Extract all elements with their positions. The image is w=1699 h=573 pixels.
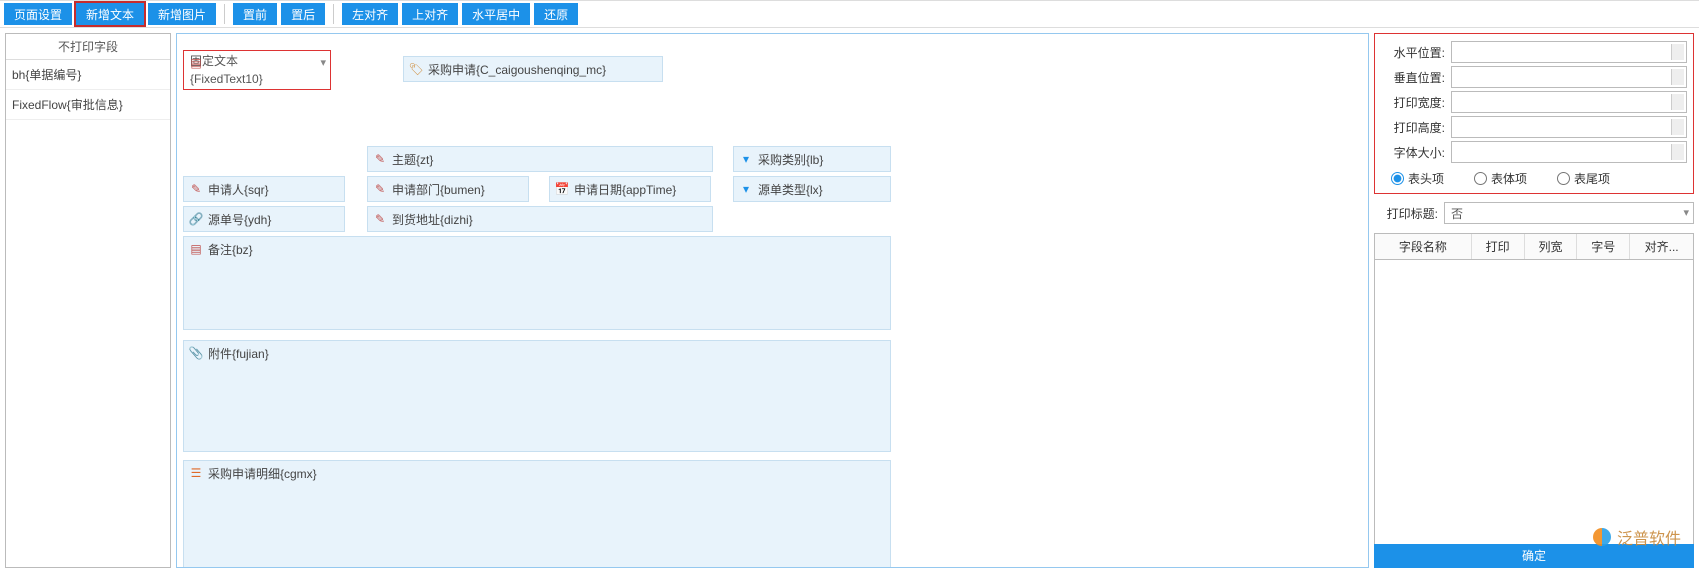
field-label: 主题{zt} [392, 153, 433, 167]
ok-button[interactable]: 确定 [1374, 544, 1694, 568]
print-title-select[interactable]: 否 [1444, 202, 1694, 224]
vpos-label: 垂直位置: [1381, 69, 1451, 86]
field-label: 备注{bz} [208, 243, 253, 257]
field-purchase-type[interactable]: ▾ 采购类别{lb} [733, 146, 891, 172]
noprint-panel-title: 不打印字段 [6, 34, 170, 60]
gh-colw[interactable]: 列宽 [1525, 234, 1578, 259]
field-src-no[interactable]: 🔗 源单号{ydh} [183, 206, 345, 232]
field-applicant[interactable]: ✎ 申请人{sqr} [183, 176, 345, 202]
field-label: 附件{fujian} [208, 347, 269, 361]
fontsize-input[interactable]: ▴▾ [1451, 141, 1687, 163]
edit-icon: ✎ [372, 151, 388, 167]
edit-icon: ✎ [372, 181, 388, 197]
bring-front-button[interactable]: 置前 [233, 3, 277, 25]
hpos-label: 水平位置: [1381, 44, 1451, 61]
link-icon: 🔗 [188, 211, 204, 227]
fields-grid: 字段名称 打印 列宽 字号 对齐... [1374, 233, 1694, 544]
field-detail[interactable]: ☰ 采购申请明细{cgmx} [183, 460, 891, 568]
field-label: 采购申请{C_caigoushenqing_mc} [428, 63, 606, 77]
pwidth-label: 打印宽度: [1381, 94, 1451, 111]
design-canvas[interactable]: ▤ 固定文本 {FixedText10} 🏷 采购申请{C_caigoushen… [176, 33, 1369, 568]
edit-icon: ✎ [188, 181, 204, 197]
field-apply-dept[interactable]: ✎ 申请部门{bumen} [367, 176, 529, 202]
restore-button[interactable]: 还原 [534, 3, 578, 25]
toolbar-separator [333, 4, 334, 24]
add-image-button[interactable]: 新增图片 [148, 3, 216, 25]
field-fixed-text[interactable]: ▤ 固定文本 {FixedText10} [183, 50, 331, 90]
pwidth-input[interactable]: ▴▾ [1451, 91, 1687, 113]
field-remark[interactable]: ▤ 备注{bz} [183, 236, 891, 330]
page-settings-button[interactable]: 页面设置 [4, 3, 72, 25]
dropdown-icon: ▾ [738, 151, 754, 167]
list-icon: ☰ [188, 465, 204, 481]
field-label: 采购申请明细{cgmx} [208, 467, 317, 481]
fontsize-label: 字体大小: [1381, 144, 1451, 161]
align-top-button[interactable]: 上对齐 [402, 3, 458, 25]
gh-font[interactable]: 字号 [1577, 234, 1630, 259]
section-radios: 表头项 表体项 表尾项 [1381, 166, 1687, 189]
field-arrive-addr[interactable]: ✎ 到货地址{dizhi} [367, 206, 713, 232]
attachment-icon: 📎 [188, 345, 204, 361]
field-attachment[interactable]: 📎 附件{fujian} [183, 340, 891, 452]
gh-name[interactable]: 字段名称 [1375, 234, 1472, 259]
calendar-icon: 📅 [554, 181, 570, 197]
align-left-button[interactable]: 左对齐 [342, 3, 398, 25]
center-horizontal-button[interactable]: 水平居中 [462, 3, 530, 25]
property-highlight-zone: 水平位置: ▴▾ 垂直位置: ▴▾ 打印宽度: ▴▾ 打印高度: ▴▾ 字体大小… [1374, 33, 1694, 194]
field-src-type[interactable]: ▾ 源单类型{lx} [733, 176, 891, 202]
radio-head[interactable]: 表头项 [1391, 170, 1444, 187]
pheight-label: 打印高度: [1381, 119, 1451, 136]
field-title[interactable]: 🏷 采购申请{C_caigoushenqing_mc} [403, 56, 663, 82]
property-panel: 水平位置: ▴▾ 垂直位置: ▴▾ 打印宽度: ▴▾ 打印高度: ▴▾ 字体大小… [1374, 33, 1694, 568]
field-label: 申请人{sqr} [208, 183, 269, 197]
edit-icon: ✎ [372, 211, 388, 227]
toolbar: 页面设置 新增文本 新增图片 置前 置后 左对齐 上对齐 水平居中 还原 [0, 0, 1699, 28]
text-icon: ▤ [188, 55, 204, 71]
radio-body[interactable]: 表体项 [1474, 170, 1527, 187]
vpos-input[interactable]: ▴▾ [1451, 66, 1687, 88]
send-back-button[interactable]: 置后 [281, 3, 325, 25]
tag-icon: 🏷 [408, 61, 424, 77]
grid-body[interactable] [1375, 260, 1693, 544]
field-label: 采购类别{lb} [758, 153, 823, 167]
field-label: 源单类型{lx} [758, 183, 823, 197]
pheight-input[interactable]: ▴▾ [1451, 116, 1687, 138]
text-icon: ▤ [188, 241, 204, 257]
gh-print[interactable]: 打印 [1472, 234, 1525, 259]
gh-align[interactable]: 对齐... [1630, 234, 1693, 259]
field-label: 源单号{ydh} [208, 213, 271, 227]
grid-header: 字段名称 打印 列宽 字号 对齐... [1375, 234, 1693, 260]
noprint-item[interactable]: bh{单据编号} [6, 60, 170, 90]
toolbar-separator [224, 4, 225, 24]
field-subject[interactable]: ✎ 主题{zt} [367, 146, 713, 172]
field-label: 申请部门{bumen} [392, 183, 485, 197]
radio-tail[interactable]: 表尾项 [1557, 170, 1610, 187]
field-label: 到货地址{dizhi} [392, 213, 473, 227]
noprint-item[interactable]: FixedFlow{审批信息} [6, 90, 170, 120]
dropdown-icon: ▾ [738, 181, 754, 197]
hpos-input[interactable]: ▴▾ [1451, 41, 1687, 63]
field-apply-date[interactable]: 📅 申请日期{appTime} [549, 176, 711, 202]
noprint-panel: 不打印字段 bh{单据编号} FixedFlow{审批信息} [5, 33, 171, 568]
print-title-label: 打印标题: [1374, 205, 1444, 222]
field-label: 申请日期{appTime} [574, 183, 676, 197]
add-text-button[interactable]: 新增文本 [76, 3, 144, 25]
